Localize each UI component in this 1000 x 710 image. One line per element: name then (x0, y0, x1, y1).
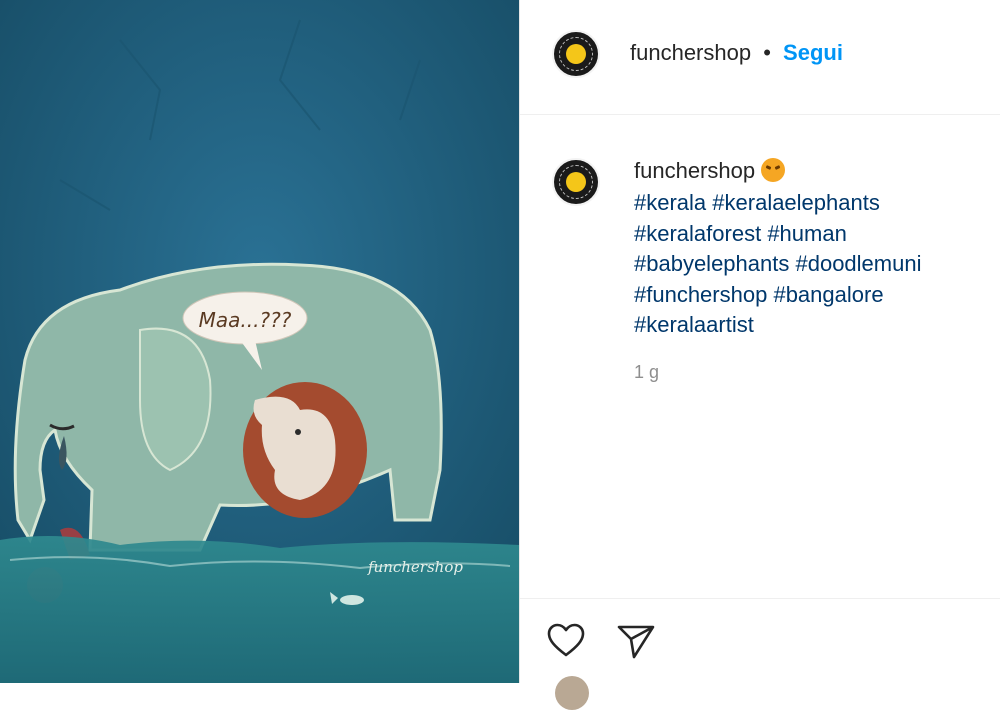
hashtag[interactable]: #doodlemuni (795, 251, 921, 276)
caption-avatar[interactable] (552, 158, 600, 206)
hashtag[interactable]: #kerala (634, 190, 706, 215)
post-timestamp[interactable]: 1 g (634, 362, 659, 383)
post-image[interactable]: Maa...??? funchershop (0, 0, 519, 683)
like-button[interactable] (544, 619, 588, 663)
hashtag[interactable]: #funchershop (634, 282, 767, 307)
caption-user-line: funchershop (634, 158, 786, 184)
artist-signature: funchershop (367, 558, 463, 576)
header-separator: • (763, 40, 771, 65)
hashtag[interactable]: #babyelephants (634, 251, 789, 276)
caption-username[interactable]: funchershop (634, 158, 755, 183)
hashtag[interactable]: #keralaartist (634, 312, 754, 337)
post-header: funchershop • Segui (520, 0, 1000, 115)
avatar[interactable] (552, 30, 600, 78)
hashtag[interactable]: #keralaelephants (712, 190, 880, 215)
share-button[interactable] (614, 619, 658, 663)
heart-icon (547, 623, 585, 657)
hashtag-list: #kerala #keralaelephants #keralaforest #… (634, 188, 974, 341)
angry-face-icon (761, 158, 786, 182)
action-bar (520, 598, 1000, 684)
header-user-line: funchershop • Segui (630, 40, 843, 66)
header-username[interactable]: funchershop (630, 40, 751, 65)
caption-area: funchershop #kerala #keralaelephants #ke… (520, 115, 1000, 599)
comment-avatar (555, 676, 589, 710)
speech-bubble-text: Maa...??? (199, 308, 292, 332)
hashtag[interactable]: #bangalore (773, 282, 883, 307)
paper-plane-icon (617, 625, 655, 659)
hashtag[interactable]: #human (767, 221, 847, 246)
follow-button[interactable]: Segui (783, 40, 843, 65)
hashtag[interactable]: #keralaforest (634, 221, 761, 246)
